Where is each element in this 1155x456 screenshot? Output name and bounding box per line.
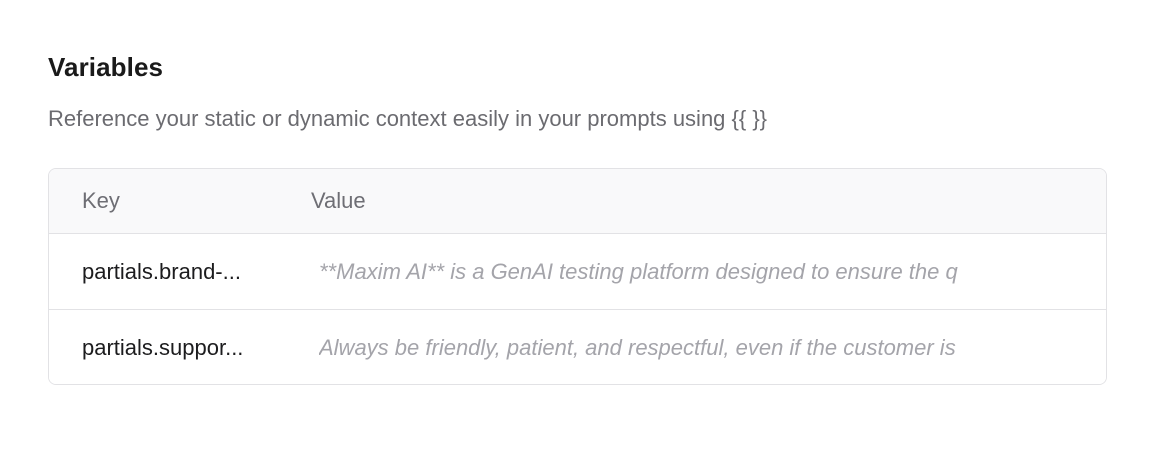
value-cell: Always be friendly, patient, and respect… (279, 335, 1106, 361)
variable-key[interactable]: partials.brand-... (82, 259, 274, 285)
section-description: Reference your static or dynamic context… (48, 106, 768, 131)
value-column-header-cell: Value (279, 188, 1106, 214)
table-header: Key Value (49, 169, 1106, 234)
table-row: partials.suppor... Always be friendly, p… (49, 309, 1106, 384)
key-cell: partials.brand-... (49, 259, 279, 285)
key-column-header: Key (82, 188, 120, 213)
variable-value-field[interactable]: Always be friendly, patient, and respect… (319, 335, 1078, 361)
variables-table: Key Value partials.brand-... **Maxim AI*… (48, 168, 1107, 385)
key-column-header-cell: Key (49, 188, 279, 214)
value-column-header: Value (311, 188, 366, 213)
section-title: Variables (48, 52, 164, 82)
value-cell: **Maxim AI** is a GenAI testing platform… (279, 259, 1106, 285)
key-cell: partials.suppor... (49, 335, 279, 361)
variable-key[interactable]: partials.suppor... (82, 335, 274, 361)
variable-value-field[interactable]: **Maxim AI** is a GenAI testing platform… (319, 259, 1078, 285)
table-row: partials.brand-... **Maxim AI** is a Gen… (49, 234, 1106, 309)
